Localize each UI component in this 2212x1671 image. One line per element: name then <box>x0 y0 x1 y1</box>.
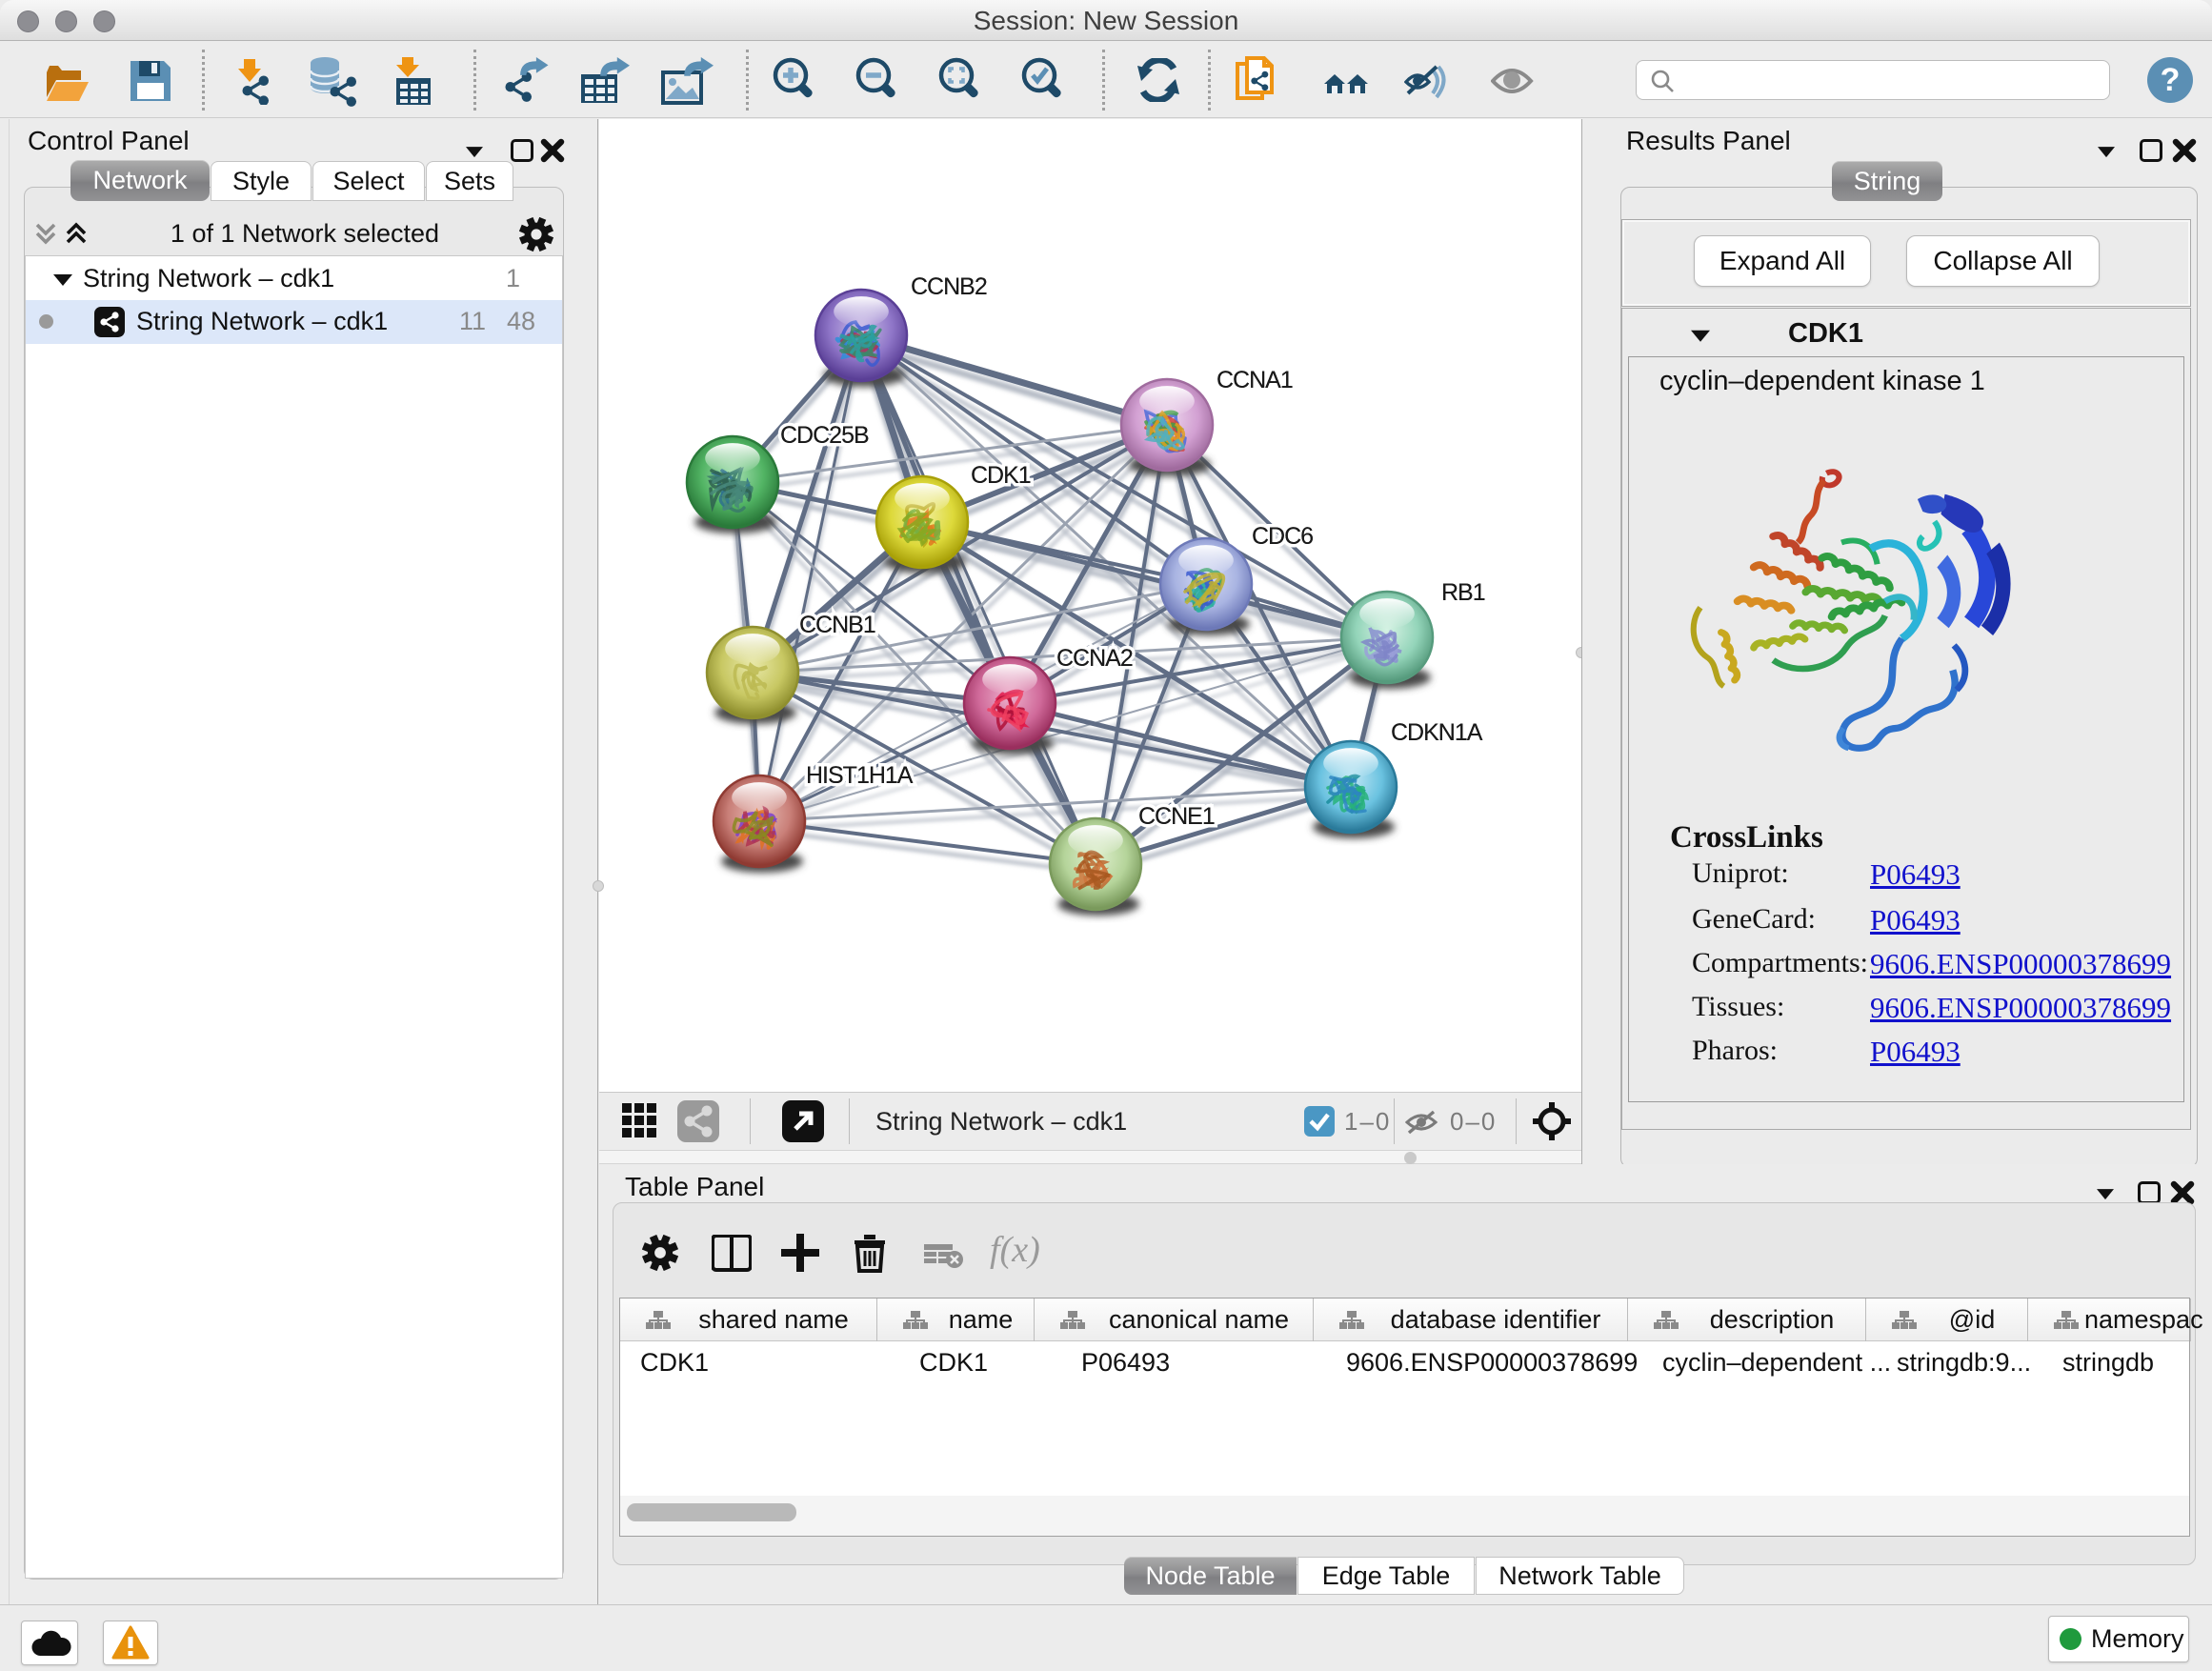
svg-text:RB1: RB1 <box>1441 579 1485 606</box>
svg-text:CDC25B: CDC25B <box>780 422 869 449</box>
svg-text:CCNA2: CCNA2 <box>1056 645 1133 672</box>
svg-text:CDK1: CDK1 <box>971 462 1031 489</box>
svg-text:CDC6: CDC6 <box>1252 523 1313 550</box>
svg-text:CCNE1: CCNE1 <box>1138 803 1215 830</box>
svg-text:CCNB1: CCNB1 <box>799 612 875 638</box>
svg-text:?: ? <box>2161 62 2181 98</box>
svg-text:CCNB2: CCNB2 <box>911 273 987 300</box>
svg-text:CDKN1A: CDKN1A <box>1391 719 1483 746</box>
svg-text:CCNA1: CCNA1 <box>1217 367 1293 393</box>
svg-text:HIST1H1A: HIST1H1A <box>806 762 914 789</box>
